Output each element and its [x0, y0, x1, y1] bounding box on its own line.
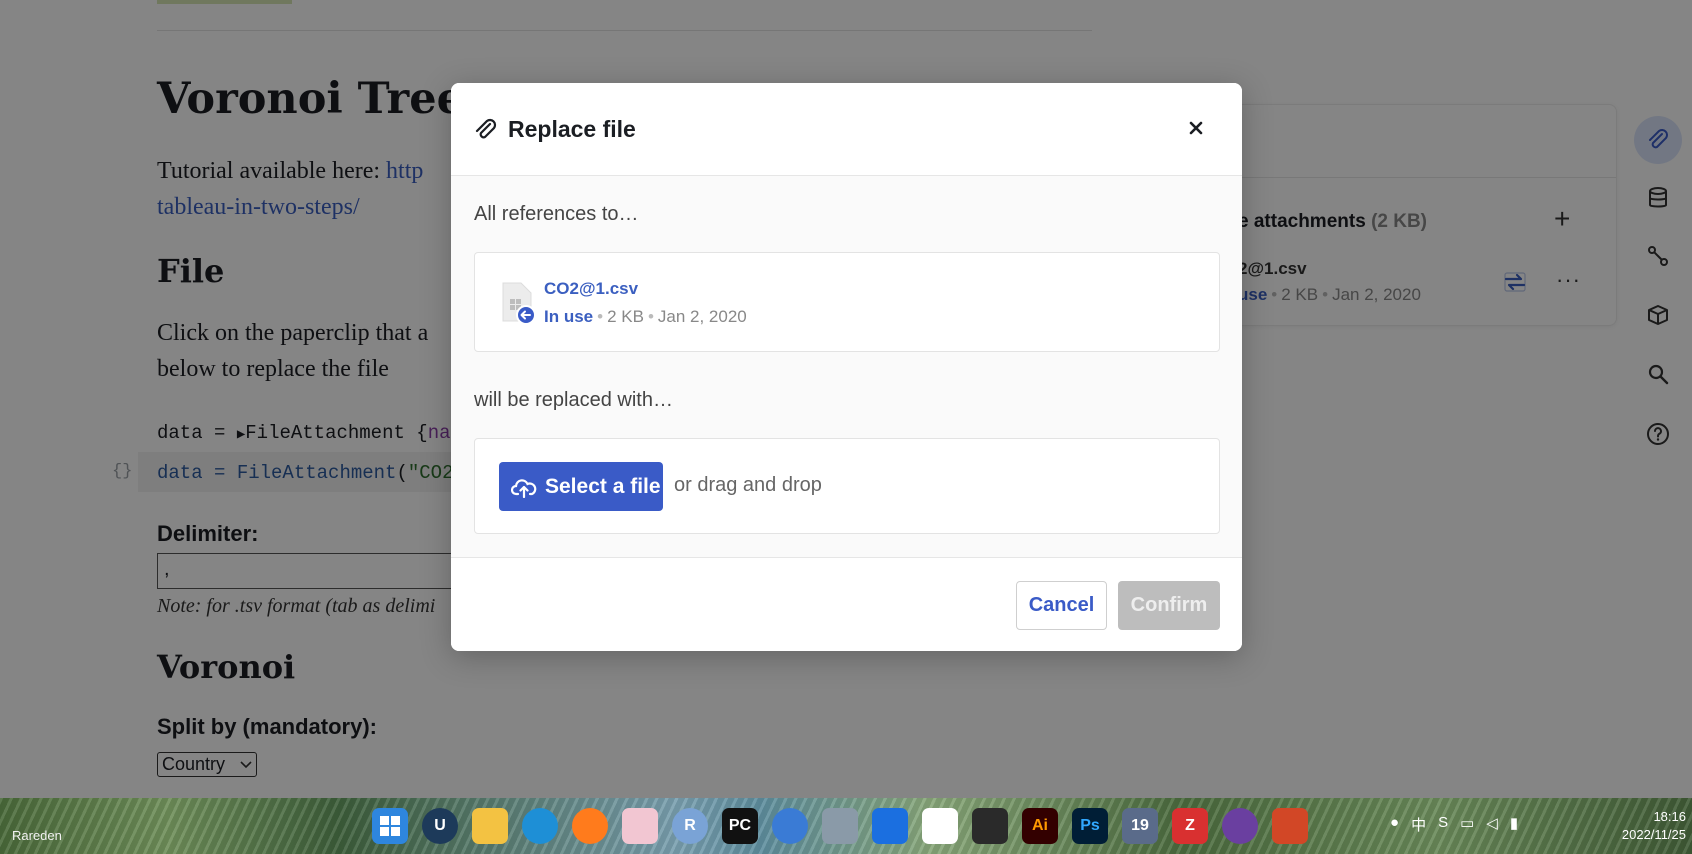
file-status: In use — [544, 307, 594, 326]
firefox-icon[interactable] — [572, 808, 608, 844]
screenshots-icon[interactable] — [822, 808, 858, 844]
wechat-tray-icon[interactable]: ● — [1390, 814, 1399, 835]
replace-file-dialog: Replace file All references to… CO2@1.cs… — [451, 83, 1242, 651]
wechat-app-icon[interactable] — [622, 808, 658, 844]
search-app-icon[interactable] — [772, 808, 808, 844]
current-file-card: CO2@1.csv In use • 2 KB • Jan 2, 2020 — [474, 252, 1220, 352]
cancel-button[interactable]: Cancel — [1016, 581, 1107, 630]
baidu-netdisk-icon[interactable] — [922, 808, 958, 844]
file-size: 2 KB — [607, 307, 644, 326]
clock-time: 18:16 — [1653, 809, 1686, 824]
volume-icon[interactable]: ◁ — [1486, 814, 1498, 835]
pycharm-icon[interactable]: PC — [722, 808, 758, 844]
confirm-button[interactable]: Confirm — [1118, 581, 1220, 630]
dialog-footer: Cancel Confirm — [451, 557, 1242, 651]
dialog-header: Replace file — [451, 83, 1242, 176]
close-button[interactable] — [1181, 113, 1211, 143]
os-taskbar: Rareden U R PC Ai Ps 19 Z ● 中 S ▭ ◁ ▮ 18… — [0, 798, 1692, 854]
windows-start-icon[interactable] — [372, 808, 408, 844]
close-icon — [1189, 121, 1203, 135]
r-app-icon[interactable]: R — [672, 808, 708, 844]
dialog-title: Replace file — [508, 116, 636, 142]
drag-drop-hint: or drag and drop — [674, 474, 822, 496]
select-file-button[interactable]: Select a file — [499, 462, 663, 511]
lanhu-icon[interactable] — [872, 808, 908, 844]
file-icon — [502, 282, 536, 325]
nvidia-icon[interactable] — [972, 808, 1008, 844]
illustrator-icon[interactable]: Ai — [1022, 808, 1058, 844]
references-text: All references to… — [474, 203, 639, 225]
clock-date: 2022/11/25 — [1621, 827, 1686, 842]
taskbar-apps: U R PC Ai Ps 19 Z — [372, 808, 1308, 844]
current-file-name[interactable]: CO2@1.csv — [544, 279, 638, 299]
edge-icon[interactable] — [522, 808, 558, 844]
file-explorer-icon[interactable] — [472, 808, 508, 844]
zotero-icon[interactable]: Z — [1172, 808, 1208, 844]
intellij-icon[interactable]: U — [422, 808, 458, 844]
system-tray: ● 中 S ▭ ◁ ▮ — [1390, 814, 1518, 835]
battery-icon[interactable]: ▮ — [1510, 814, 1518, 835]
replaced-with-text: will be replaced with… — [474, 389, 673, 411]
calendar-app-icon[interactable]: 19 — [1122, 808, 1158, 844]
network-icon[interactable]: ▭ — [1460, 814, 1474, 835]
system-clock[interactable]: 18:16 2022/11/25 — [1600, 808, 1686, 844]
wallpaper-user-text: Rareden — [12, 828, 62, 843]
sogou-icon[interactable]: S — [1438, 814, 1448, 835]
current-file-meta: In use • 2 KB • Jan 2, 2020 — [544, 307, 747, 326]
github-icon[interactable] — [1222, 808, 1258, 844]
select-file-label: Select a file — [545, 474, 661, 498]
photoshop-icon[interactable]: Ps — [1072, 808, 1108, 844]
cloud-upload-icon — [511, 478, 537, 498]
paperclip-icon — [475, 118, 497, 139]
powerpoint-icon[interactable] — [1272, 808, 1308, 844]
dropzone-card[interactable]: Select a file or drag and drop — [474, 438, 1220, 534]
file-date: Jan 2, 2020 — [657, 307, 747, 326]
ime-indicator[interactable]: 中 — [1411, 814, 1426, 835]
